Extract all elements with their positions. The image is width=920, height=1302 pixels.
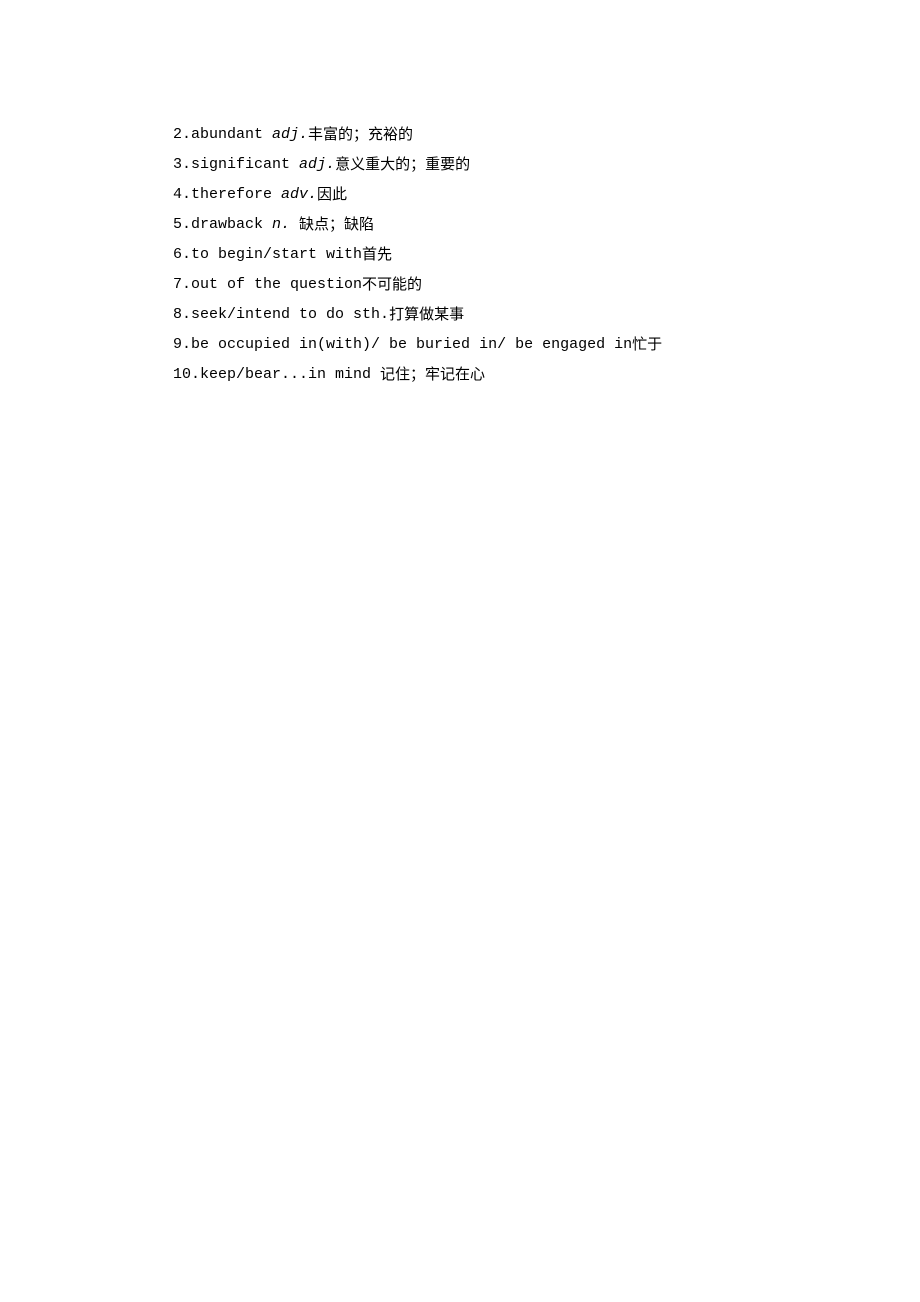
item-definition: 打算做某事 xyxy=(389,300,464,330)
item-definition: 因此 xyxy=(317,180,347,210)
item-definition: 意义重大的；重要的 xyxy=(335,150,470,180)
item-pos: adv. xyxy=(281,180,317,210)
vocab-row: 2. abundant adj. 丰富的；充裕的 xyxy=(173,120,920,150)
item-number: 8. xyxy=(173,300,191,330)
item-definition: 首先 xyxy=(362,240,392,270)
item-pos: adj. xyxy=(272,120,308,150)
item-word: therefore xyxy=(191,180,281,210)
vocab-row: 4. therefore adv. 因此 xyxy=(173,180,920,210)
vocab-row: 9. be occupied in(with)/ be buried in/ b… xyxy=(173,330,920,360)
item-word: to begin/start with xyxy=(191,240,362,270)
item-number: 4. xyxy=(173,180,191,210)
item-number: 5. xyxy=(173,210,191,240)
item-pos: adj. xyxy=(299,150,335,180)
vocab-row: 7. out of the question 不可能的 xyxy=(173,270,920,300)
item-number: 3. xyxy=(173,150,191,180)
item-word: out of the question xyxy=(191,270,362,300)
vocab-row: 10. keep/bear...in mind 记住；牢记在心 xyxy=(173,360,920,390)
item-word: keep/bear...in mind xyxy=(200,360,380,390)
item-definition: 不可能的 xyxy=(362,270,422,300)
vocab-row: 8. seek/intend to do sth. 打算做某事 xyxy=(173,300,920,330)
item-word: abundant xyxy=(191,120,272,150)
item-definition: 丰富的；充裕的 xyxy=(308,120,413,150)
item-definition: 忙于 xyxy=(632,330,662,360)
item-word: significant xyxy=(191,150,299,180)
vocab-row: 3. significant adj. 意义重大的；重要的 xyxy=(173,150,920,180)
item-number: 2. xyxy=(173,120,191,150)
item-number: 10. xyxy=(173,360,200,390)
vocabulary-list: 2. abundant adj. 丰富的；充裕的 3. significant … xyxy=(173,120,920,390)
item-pos: n. xyxy=(272,210,299,240)
item-definition: 缺点；缺陷 xyxy=(299,210,374,240)
item-number: 6. xyxy=(173,240,191,270)
item-number: 7. xyxy=(173,270,191,300)
item-word: seek/intend to do sth. xyxy=(191,300,389,330)
item-word: be occupied in(with)/ be buried in/ be e… xyxy=(191,330,632,360)
item-word: drawback xyxy=(191,210,272,240)
item-number: 9. xyxy=(173,330,191,360)
item-definition: 记住；牢记在心 xyxy=(380,360,485,390)
vocab-row: 6. to begin/start with 首先 xyxy=(173,240,920,270)
vocab-row: 5. drawback n. 缺点；缺陷 xyxy=(173,210,920,240)
